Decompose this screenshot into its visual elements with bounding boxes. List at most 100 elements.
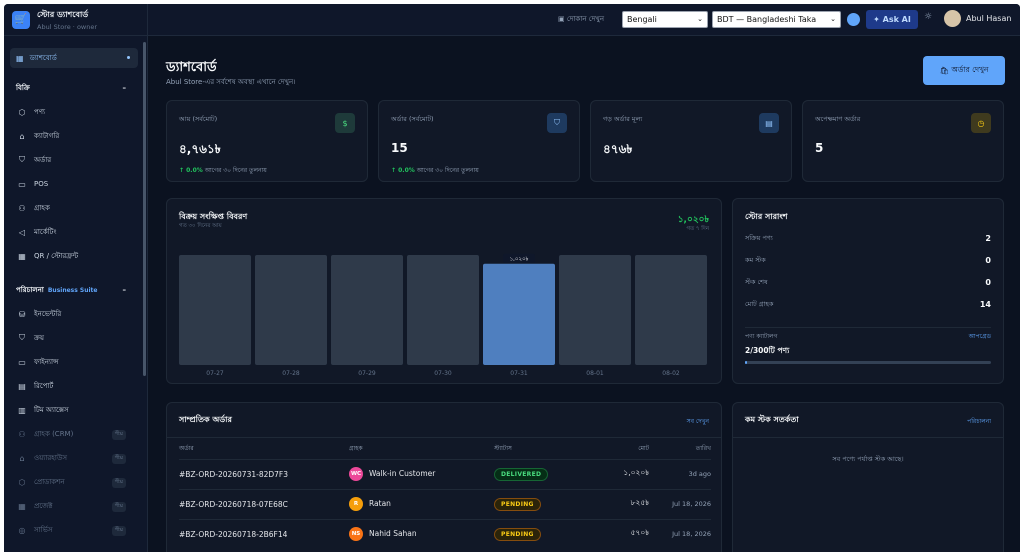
user-name[interactable]: Abul Hasan [966,14,1011,23]
sidebar-item[interactable]: ▥ টিম অ্যাক্সেস [4,398,144,422]
chart-tick-label: 07-27 [206,370,224,377]
bag-icon: ⛉ [19,155,25,164]
sidebar-item[interactable]: ⌂ ওয়্যারহাউস শীঘ্র [4,446,144,470]
order-id[interactable]: #BZ-ORD-20260718-2B6F14 [179,518,349,549]
stat-card: অপেক্ষমাণ অর্ডার ◷ 5 [802,100,1004,182]
sidebar-scrollbar[interactable] [143,42,146,376]
cube-icon: ⬡ [18,107,26,117]
stat-change-note: আগের ৩০ দিনের তুলনায় [416,167,479,174]
bag-icon: 🛍 [939,66,952,75]
summary-label: কম স্টক [745,255,766,264]
summary-value: 2 [985,233,991,243]
summary-label: স্টক শেষ [745,277,768,286]
status-cell: PENDING [494,488,589,519]
users-icon: ⚇ [18,203,26,213]
view-store-link[interactable]: ▣ দোকান দেখুন [558,13,604,25]
sun-icon[interactable]: ☼ [924,12,932,22]
sidebar-item[interactable]: ⚇ গ্রাহক [4,196,144,220]
sidebar-item[interactable]: ▭ ফাইন্যান্স [4,350,144,374]
collapse-icon[interactable]: – [123,84,127,92]
table-row[interactable]: #BZ-ORD-20260718-07E68C R Ratan PENDING ৮২৫৳… [179,488,711,519]
table-row[interactable]: #BZ-ORD-20260718-2B6F14 NS Nahid Sahan PEND… [179,518,711,549]
order-total: ৫৭০৳ [589,518,649,549]
sidebar-item[interactable]: ◁ মার্কেটিং [4,220,144,244]
sidebar-item[interactable]: ⬡ প্রোডাকশন শীঘ্র [4,470,144,494]
chart-tick-label: 07-28 [282,370,300,377]
sidebar-item[interactable]: ⛉ ক্রয় [4,326,144,350]
stat-value: 15 [391,141,408,155]
sidebar-item[interactable]: ▦ প্রজেক্ট শীঘ্র [4,494,144,518]
stat-card: অর্ডার (সর্বমোট) ⛉ 15 ↑ 0.0% আগের ৩০ দিনের … [378,100,580,182]
stat-label: গড় অর্ডার মূল্য [603,115,643,123]
sidebar-item[interactable]: ⚇ গ্রাহক (CRM) শীঘ্র [4,422,144,446]
customer-name: Ratan [369,499,391,508]
sidebar-item[interactable]: ▦ QR / স্টোরফ্রন্ট [4,244,144,268]
sales-overview-card: বিক্রয় সংক্ষিপ্ত বিবরণ গত ৩০ দিনের আয় … [166,198,722,384]
language-select[interactable]: Bengali ⌄ [622,11,708,28]
sidebar-item[interactable]: ⛉ অর্ডার [4,148,144,172]
order-total: ১,০২০৳ [589,458,649,489]
chart-bar[interactable] [331,255,403,365]
sidebar-item-label: গ্রাহক [34,204,50,212]
stat-card: গড় অর্ডার মূল্য ▤ ৪৭৬৳ [590,100,792,182]
sidebar-item[interactable]: ▤ রিপোর্ট [4,374,144,398]
cart-icon: 🛒 [12,10,30,29]
summary-value: 0 [985,255,991,265]
recent-orders-card: সাম্প্রতিক অর্ডার সব দেখুন অর্ডার গ্রাহক স… [166,402,722,552]
sidebar-item-label: মার্কেটিং [34,228,57,236]
chart-bar[interactable] [635,255,707,365]
sidebar-item[interactable]: ⬡ পণ্য [4,100,144,124]
manage-link[interactable]: পরিচালনা [967,416,991,427]
avatar[interactable] [944,10,961,27]
sidebar-section-management[interactable]: পরিচালনা Business Suite – [4,278,144,302]
sidebar-item[interactable]: ▭ POS [4,172,144,196]
chart-tick-label: 08-01 [586,370,604,377]
currency-value: BDT — Bangladeshi Taka [717,15,817,24]
sidebar-item[interactable]: ⌂ ক্যাটাগরি [4,124,144,148]
chart-bar[interactable] [483,263,555,365]
see-all-link[interactable]: সব দেখুন [687,416,709,427]
sidebar-item[interactable]: ◎ সার্ভিস শীঘ্র [4,518,144,542]
users-icon: ⚇ [18,429,26,439]
collapse-icon[interactable]: – [123,286,127,294]
summary-label: মোট গ্রাহক [745,299,774,308]
column-header: গ্রাহক [349,445,363,453]
chart-bar[interactable] [407,255,479,365]
sidebar-section-sales[interactable]: বিক্রি – [4,76,144,100]
chart-bar[interactable] [255,255,327,365]
table-row[interactable]: #BZ-ORD-20260731-82D7F3 WC Walk-in Custome… [179,458,711,489]
receipt-icon: ▤ [759,113,779,133]
theme-toggle[interactable] [847,13,860,26]
order-id[interactable]: #BZ-ORD-20260731-82D7F3 [179,458,349,489]
order-date: Jul 18, 2026 [649,488,711,519]
brand[interactable]: 🛒 স্টোর ড্যাশবোর্ড Abul Store · owner [4,4,147,36]
sidebar-item-dashboard[interactable]: ▦ ড্যাশবোর্ড [10,48,138,68]
sidebar-nav: ▦ ড্যাশবোর্ড বিক্রি – ⬡ পণ্য ⌂ ক্যাটাগরি ⛉ অর… [4,48,144,542]
ask-ai-label: Ask AI [882,15,911,24]
sidebar-item-label: টিম অ্যাক্সেস [34,406,69,414]
summary-value: 14 [979,299,991,309]
ask-ai-button[interactable]: ✦ Ask AI [866,10,918,29]
upgrade-link[interactable]: আপগ্রেড [969,331,991,342]
summary-row: মোট গ্রাহক 14 [745,297,991,311]
chart-bar[interactable] [559,255,631,365]
sidebar-item[interactable]: ⛁ ইনভেন্টরি [4,302,144,326]
view-orders-button[interactable]: 🛍 অর্ডার দেখুন [923,56,1005,85]
stat-value: 5 [815,141,824,155]
orders-table: অর্ডার গ্রাহক স্ট্যাটাস মোট তারিখ #BZ-ORD-20… [179,439,711,549]
wallet-icon: ▭ [18,357,26,367]
chart-bar[interactable] [179,255,251,365]
order-id[interactable]: #BZ-ORD-20260718-07E68C [179,488,349,519]
chevron-down-icon: ⌄ [697,15,703,23]
currency-select[interactable]: BDT — Bangladeshi Taka ⌄ [712,11,841,28]
sidebar-item-label: ওয়্যারহাউস [34,454,67,462]
sidebar-item-label: পণ্য [34,108,46,116]
status-badge: PENDING [494,527,541,541]
page-subtitle: Abul Store-এর সর্বশেষ অবস্থা এখানে দেখুন… [166,78,296,86]
low-stock-message: সব পণ্যে পর্যাপ্ত স্টক আছে। [832,455,904,463]
section-title: পরিচালনা [16,286,44,294]
chart-tick-label: 07-29 [358,370,376,377]
summary-row: কম স্টক 0 [745,253,991,267]
sidebar-item-label: অর্ডার [34,156,52,164]
low-stock-card: কম স্টক সতর্কতা পরিচালনা সব পণ্যে পর্যাপ… [732,402,1004,552]
